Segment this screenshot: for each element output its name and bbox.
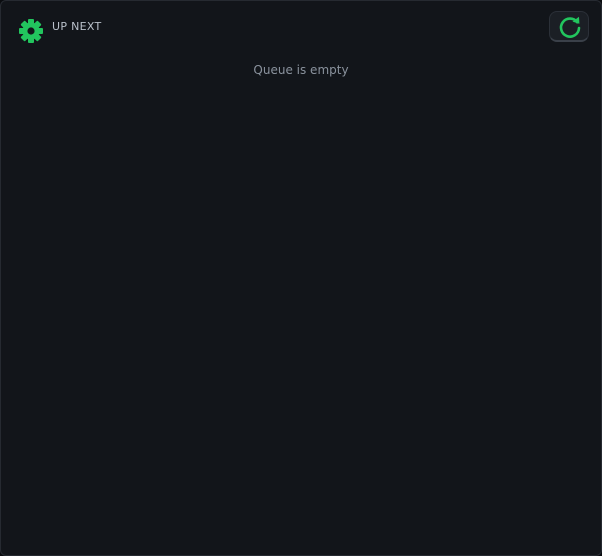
panel-title: UP NEXT	[52, 20, 102, 33]
up-next-panel: UP NEXT Queue is empty	[0, 0, 602, 556]
settings-button[interactable]	[18, 18, 44, 44]
gear-icon	[19, 19, 43, 43]
panel-header: UP NEXT	[1, 1, 601, 57]
queue-empty-message: Queue is empty	[253, 63, 349, 77]
refresh-button[interactable]	[549, 11, 589, 42]
refresh-icon	[559, 16, 581, 38]
